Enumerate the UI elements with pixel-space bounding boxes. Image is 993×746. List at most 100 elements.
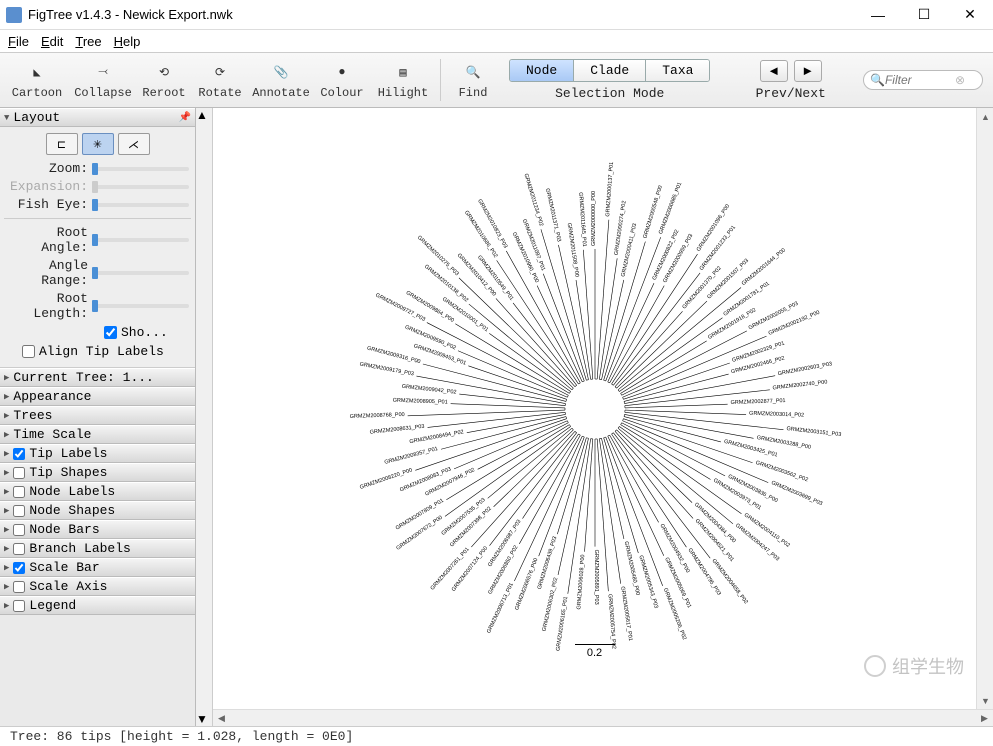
svg-text:GRMZM2003014_P02: GRMZM2003014_P02 [748,410,803,418]
show-checkbox[interactable] [104,326,117,339]
root-angle-slider[interactable]: Root Angle: [6,225,189,255]
colour-icon: ● [328,60,356,84]
menu-file[interactable]: File [2,32,35,51]
branch-labels-header[interactable]: Branch Labels [0,539,195,558]
svg-text:GRMZM2001096_P00: GRMZM2001096_P00 [695,203,730,252]
tip-labels-header[interactable]: Tip Labels [0,444,195,463]
scale-axis-header[interactable]: Scale Axis [0,577,195,596]
menu-edit[interactable]: Edit [35,32,69,51]
svg-text:GRMZM2011645_P01: GRMZM2011645_P01 [577,192,587,247]
viewport-hscrollbar[interactable]: ◀ ▶ [213,709,993,726]
hilight-icon: ▤ [389,60,417,84]
phylo-tree: GRMZM2000000_P00GRMZM2000137_P01GRMZM200… [335,149,855,669]
layout-header[interactable]: Layout 📌 [0,108,195,127]
scale-axis-checkbox[interactable] [13,581,25,593]
current-tree-header[interactable]: Current Tree: 1... [0,368,195,387]
svg-text:GRMZM2004795_P03: GRMZM2004795_P03 [686,547,721,596]
svg-text:GRMZM2010275_P03: GRMZM2010275_P03 [415,234,459,277]
maximize-button[interactable]: ☐ [901,0,947,30]
tip-shapes-checkbox[interactable] [13,467,25,479]
trees-header[interactable]: Trees [0,406,195,425]
reroot-button[interactable]: ⟲Reroot [136,55,192,105]
rotate-button[interactable]: ⟳Rotate [192,55,248,105]
annotate-icon: 📎 [267,60,295,84]
node-bars-header[interactable]: Node Bars [0,520,195,539]
svg-text:GRMZM2002877_P01: GRMZM2002877_P01 [730,398,785,406]
svg-text:GRMZM2005754_P02: GRMZM2005754_P02 [606,593,616,648]
reroot-icon: ⟲ [150,60,178,84]
close-button[interactable]: ✕ [947,0,993,30]
svg-text:GRMZM2009590_P02: GRMZM2009590_P02 [403,324,456,351]
scale-bar-checkbox[interactable] [13,562,25,574]
layout-header-label: Layout [13,110,60,125]
node-shapes-checkbox[interactable] [13,505,25,517]
node-bars-checkbox[interactable] [13,524,25,536]
cartoon-icon: ◣ [23,60,51,84]
appearance-header[interactable]: Appearance [0,387,195,406]
tip-shapes-header[interactable]: Tip Shapes [0,463,195,482]
selection-taxa-button[interactable]: Taxa [646,60,709,81]
clear-filter-icon[interactable]: ⊗ [955,73,965,87]
tree-canvas[interactable]: GRMZM2000000_P00GRMZM2000137_P01GRMZM200… [213,108,976,709]
hscroll-right-icon[interactable]: ▶ [976,710,993,726]
layout-rectangular-button[interactable]: ⊏ [46,133,78,155]
svg-text:GRMZM2007124_P00: GRMZM2007124_P00 [450,545,488,592]
branch-labels-checkbox[interactable] [13,543,25,555]
node-labels-checkbox[interactable] [13,486,25,498]
minimize-button[interactable]: — [855,0,901,30]
svg-text:GRMZM2003562_P02: GRMZM2003562_P02 [754,459,808,482]
hscroll-left-icon[interactable]: ◀ [213,710,230,726]
selection-node-button[interactable]: Node [510,60,574,81]
svg-text:GRMZM2011097_P01: GRMZM2011097_P01 [520,218,545,271]
svg-text:GRMZM2004110_P02: GRMZM2004110_P02 [742,512,790,549]
svg-text:GRMZM2004658_P02: GRMZM2004658_P02 [710,558,748,605]
cartoon-button[interactable]: ◣Cartoon [4,55,70,105]
colour-button[interactable]: ●Colour [314,55,370,105]
find-button[interactable]: 🔍Find [445,55,501,105]
menu-help[interactable]: Help [108,32,147,51]
window-title: FigTree v1.4.3 - Newick Export.nwk [28,7,855,22]
vscroll-down-icon[interactable]: ▼ [977,692,993,709]
filter-box[interactable]: 🔍 ⊗ [863,70,983,90]
pin-icon[interactable]: 📌 [179,112,191,124]
node-shapes-header[interactable]: Node Shapes [0,501,195,520]
annotate-button[interactable]: 📎Annotate [248,55,314,105]
hilight-button[interactable]: ▤Hilight [370,55,436,105]
tree-viewport: GRMZM2000000_P00GRMZM2000137_P01GRMZM200… [213,108,993,726]
legend-checkbox[interactable] [13,600,25,612]
next-button[interactable]: ► [794,60,822,82]
layout-radial-button[interactable]: ⋌ [118,133,150,155]
toolbar: ◣Cartoon ⤙Collapse ⟲Reroot ⟳Rotate 📎Anno… [0,52,993,108]
svg-text:GRMZM2002740_P00: GRMZM2002740_P00 [772,379,827,391]
svg-text:GRMZM2008494_P02: GRMZM2008494_P02 [409,429,464,445]
zoom-slider[interactable]: Zoom: [6,161,189,176]
time-scale-header[interactable]: Time Scale [0,425,195,444]
filter-input[interactable] [885,73,955,87]
svg-text:GRMZM2000137_P01: GRMZM2000137_P01 [605,161,615,216]
legend-header[interactable]: Legend [0,596,195,615]
node-labels-header[interactable]: Node Labels [0,482,195,501]
menu-tree[interactable]: Tree [69,32,107,51]
layout-polar-button[interactable]: ✳ [82,133,114,155]
svg-text:GRMZM2005617_P01: GRMZM2005617_P01 [619,586,633,641]
scale-bar-value: 0.2 [587,647,602,659]
prev-button[interactable]: ◄ [760,60,788,82]
tip-labels-checkbox[interactable] [13,448,25,460]
svg-text:GRMZM2005891_P03: GRMZM2005891_P03 [593,549,599,604]
root-length-slider[interactable]: Root Length: [6,291,189,321]
scroll-down-icon[interactable]: ▼ [196,712,212,726]
selection-mode-label: Selection Mode [555,86,664,101]
angle-range-slider[interactable]: Angle Range: [6,258,189,288]
selection-clade-button[interactable]: Clade [574,60,646,81]
window-titlebar: FigTree v1.4.3 - Newick Export.nwk — ☐ ✕ [0,0,993,30]
scroll-up-icon[interactable]: ▲ [196,108,212,122]
align-tip-checkbox[interactable] [22,345,35,358]
vscroll-up-icon[interactable]: ▲ [977,108,993,125]
fisheye-slider[interactable]: Fish Eye: [6,197,189,212]
viewport-vscrollbar[interactable]: ▲ ▼ [976,108,993,709]
collapse-button[interactable]: ⤙Collapse [70,55,136,105]
sidepanel-scrollbar[interactable]: ▲ ▼ [196,108,213,726]
svg-text:GRMZM2008631_P03: GRMZM2008631_P03 [369,423,424,435]
status-bar: Tree: 86 tips [height = 1.028, length = … [0,726,993,746]
scale-bar-header[interactable]: Scale Bar [0,558,195,577]
